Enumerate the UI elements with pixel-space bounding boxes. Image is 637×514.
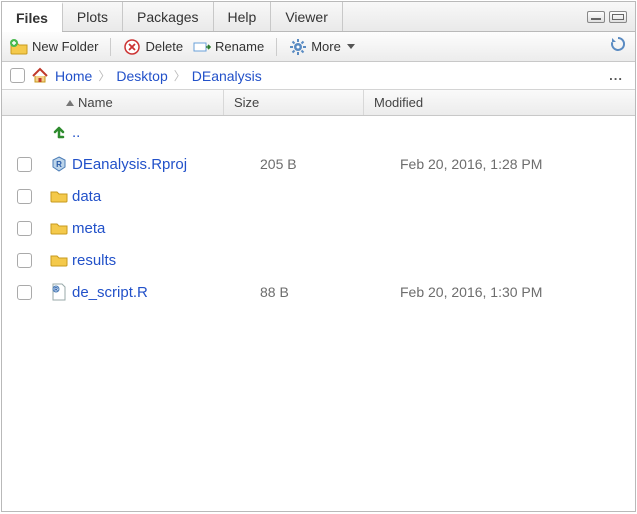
toolbar: New Folder Delete Rename More [2, 32, 635, 62]
select-all-checkbox[interactable] [10, 68, 25, 83]
tab-label: Plots [77, 9, 108, 25]
column-label: Modified [374, 95, 423, 110]
row-checkbox[interactable] [17, 253, 32, 268]
rename-icon [193, 38, 211, 56]
button-label: More [311, 39, 341, 54]
up-arrow-icon [50, 123, 68, 141]
minimize-button[interactable] [587, 11, 605, 23]
column-name[interactable]: Name [46, 90, 224, 115]
new-folder-icon [10, 38, 28, 56]
refresh-icon [609, 35, 627, 58]
file-name: DEanalysis.Rproj [72, 156, 250, 173]
folder-icon [50, 251, 68, 269]
window-controls [587, 2, 635, 31]
file-list: .. R DEanalysis.Rproj 205 B Feb 20, 2016… [2, 116, 635, 511]
row-checkbox[interactable] [17, 189, 32, 204]
breadcrumb-item[interactable]: Desktop [116, 68, 167, 84]
file-name: results [72, 252, 250, 269]
more-menu[interactable]: ... [609, 68, 627, 83]
home-icon[interactable] [31, 67, 49, 85]
chevron-down-icon [347, 44, 355, 49]
file-name: data [72, 188, 250, 205]
rscript-icon: R [50, 283, 68, 301]
files-panel: Files Plots Packages Help Viewer New Fol… [1, 1, 636, 512]
tab-bar: Files Plots Packages Help Viewer [2, 2, 635, 32]
row-checkbox[interactable] [17, 157, 32, 172]
file-size: 88 B [250, 284, 390, 300]
tab-label: Files [16, 10, 48, 26]
column-label: Size [234, 95, 259, 110]
file-size: 205 B [250, 156, 390, 172]
more-button[interactable]: More [289, 38, 355, 56]
new-folder-button[interactable]: New Folder [10, 38, 98, 56]
breadcrumb-home[interactable]: Home [55, 68, 92, 84]
file-row[interactable]: data [2, 180, 635, 212]
sort-asc-icon [66, 100, 74, 106]
tab-files[interactable]: Files [2, 2, 63, 31]
column-header: Name Size Modified [2, 90, 635, 116]
delete-button[interactable]: Delete [123, 38, 183, 56]
chevron-right-icon: 〉 [98, 67, 110, 84]
svg-text:R: R [56, 160, 62, 169]
breadcrumb-item[interactable]: DEanalysis [192, 68, 262, 84]
svg-text:R: R [54, 287, 58, 293]
column-size[interactable]: Size [224, 90, 364, 115]
tab-label: Help [228, 9, 257, 25]
row-checkbox[interactable] [17, 285, 32, 300]
button-label: Rename [215, 39, 264, 54]
chevron-right-icon: 〉 [174, 67, 186, 84]
tab-plots[interactable]: Plots [63, 2, 123, 31]
gear-icon [289, 38, 307, 56]
tab-label: Viewer [285, 9, 328, 25]
breadcrumb-bar: Home 〉 Desktop 〉 DEanalysis ... [2, 62, 635, 90]
maximize-button[interactable] [609, 11, 627, 23]
file-name: meta [72, 220, 250, 237]
tab-viewer[interactable]: Viewer [271, 2, 343, 31]
file-name: .. [72, 124, 250, 141]
button-label: Delete [145, 39, 183, 54]
rename-button[interactable]: Rename [193, 38, 264, 56]
tab-label: Packages [137, 9, 198, 25]
tab-help[interactable]: Help [214, 2, 272, 31]
file-row[interactable]: meta [2, 212, 635, 244]
rproj-icon: R [50, 155, 68, 173]
folder-icon [50, 187, 68, 205]
column-modified[interactable]: Modified [364, 90, 635, 115]
tab-packages[interactable]: Packages [123, 2, 213, 31]
file-modified: Feb 20, 2016, 1:28 PM [390, 156, 635, 172]
refresh-button[interactable] [609, 35, 627, 58]
folder-icon [50, 219, 68, 237]
column-label: Name [78, 95, 113, 110]
delete-icon [123, 38, 141, 56]
file-modified: Feb 20, 2016, 1:30 PM [390, 284, 635, 300]
button-label: New Folder [32, 39, 98, 54]
row-checkbox[interactable] [17, 221, 32, 236]
file-name: de_script.R [72, 284, 250, 301]
file-row[interactable]: R de_script.R 88 B Feb 20, 2016, 1:30 PM [2, 276, 635, 308]
parent-dir-row[interactable]: .. [2, 116, 635, 148]
file-row[interactable]: R DEanalysis.Rproj 205 B Feb 20, 2016, 1… [2, 148, 635, 180]
file-row[interactable]: results [2, 244, 635, 276]
